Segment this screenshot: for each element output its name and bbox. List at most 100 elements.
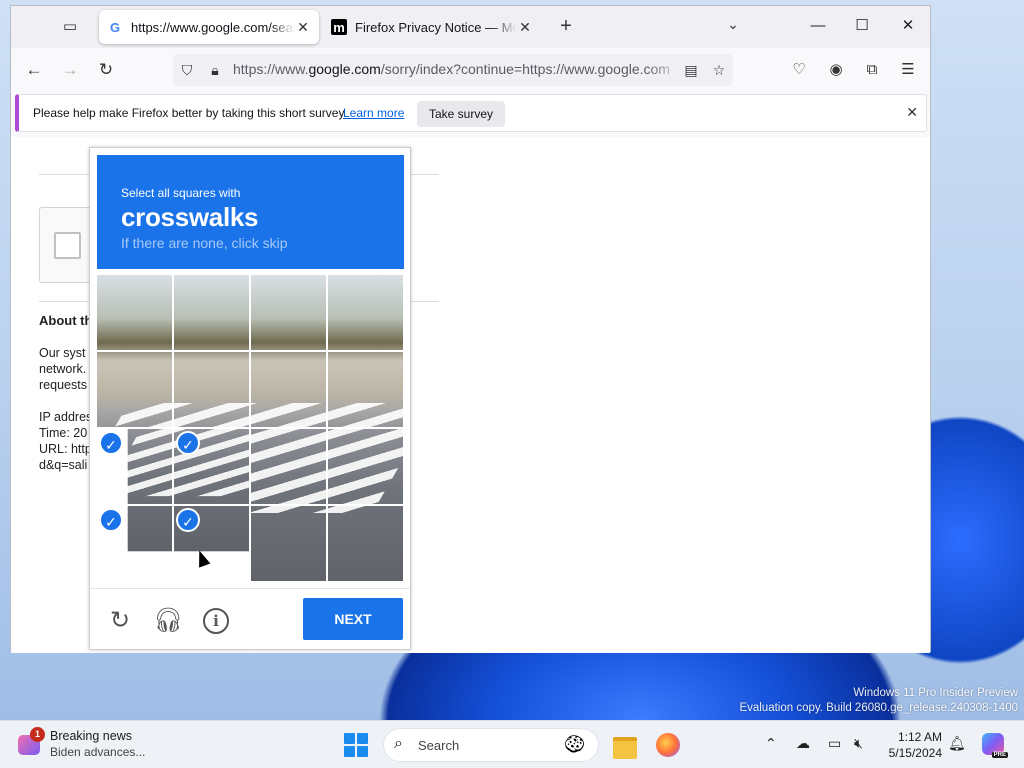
mozilla-m-icon: m xyxy=(331,19,347,35)
onedrive-cloud-icon[interactable]: ☁ xyxy=(796,735,810,752)
reload-challenge-icon[interactable]: ↻ xyxy=(105,606,135,636)
tab-google-search[interactable]: G https://www.google.com/search ✕ xyxy=(99,10,319,44)
crosswalk-stripes xyxy=(251,403,326,427)
challenge-tile[interactable]: ✓ xyxy=(174,275,249,350)
cookie-icon: 🍪︎ xyxy=(563,734,586,754)
challenge-tile[interactable]: ✓ xyxy=(174,506,249,581)
search-icon: ⌕ xyxy=(394,735,403,752)
reload-icon[interactable]: ↻ xyxy=(93,58,119,82)
challenge-tile[interactable]: ✓ xyxy=(174,352,249,427)
crosswalk-stripes xyxy=(251,429,326,504)
google-g-icon: G xyxy=(109,19,121,35)
address-bar[interactable]: ⛉ 🔒︎ https://www.google.com/sorry/index?… xyxy=(173,54,733,86)
challenge-tile[interactable]: ✓ xyxy=(174,429,249,504)
show-hidden-icons-chevron-icon[interactable]: ⌃ xyxy=(765,735,777,752)
challenge-header: Select all squares with crosswalks If th… xyxy=(97,155,404,269)
tab-list-icon[interactable]: ▭ xyxy=(59,16,81,38)
tab-close-icon[interactable]: ✕ xyxy=(295,19,311,36)
next-button[interactable]: NEXT xyxy=(303,598,403,640)
taskbar-search[interactable]: ⌕ Search 🍪︎ xyxy=(383,728,599,762)
challenge-tile[interactable]: ✓ xyxy=(97,352,172,427)
navigation-toolbar: ← → ↻ ⛉ 🔒︎ https://www.google.com/sorry/… xyxy=(11,48,930,92)
survey-notification-bar: Please help make Firefox better by takin… xyxy=(15,94,927,132)
learn-more-link[interactable]: Learn more xyxy=(343,106,404,120)
tile-image xyxy=(328,506,403,581)
tile-selected-check-icon: ✓ xyxy=(99,431,123,455)
challenge-target: crosswalks xyxy=(121,202,259,232)
menu-hamburger-icon[interactable]: ☰ xyxy=(896,58,920,82)
volume-icon[interactable]: 🔇︎ xyxy=(854,735,863,752)
take-survey-button[interactable]: Take survey xyxy=(417,101,506,127)
clock[interactable]: 1:12 AM 5/15/2024 xyxy=(880,729,942,761)
recaptcha-challenge: Select all squares with crosswalks If th… xyxy=(89,147,411,650)
tile-image xyxy=(251,275,326,350)
notification-bell-icon[interactable]: 🔔︎ xyxy=(948,735,966,752)
extensions-icon[interactable]: ⧉ xyxy=(860,58,884,82)
tile-image xyxy=(251,352,326,427)
tile-image xyxy=(251,506,326,581)
challenge-tile[interactable]: ✓ xyxy=(328,275,403,350)
taskbar: 1 Breaking news Biden advances... ⌕ Sear… xyxy=(0,720,1024,768)
minimize-button[interactable]: — xyxy=(803,14,833,38)
divider xyxy=(90,588,410,589)
tile-selected-check-icon: ✓ xyxy=(176,508,200,532)
crosswalk-stripes xyxy=(251,506,326,513)
tile-image xyxy=(174,275,249,350)
tile-image xyxy=(102,429,172,504)
challenge-tile[interactable]: ✓ xyxy=(251,275,326,350)
tile-image xyxy=(328,352,403,427)
pocket-icon[interactable]: ♡ xyxy=(787,58,811,82)
tab-bar: ▭ G https://www.google.com/search ✕ m Fi… xyxy=(11,6,930,48)
file-explorer-icon[interactable] xyxy=(609,729,641,761)
account-icon[interactable]: ◉ xyxy=(824,58,848,82)
forward-icon[interactable]: → xyxy=(57,58,83,82)
challenge-tile[interactable]: ✓ xyxy=(328,352,403,427)
tile-image xyxy=(328,429,403,504)
challenge-tile[interactable]: ✓ xyxy=(328,429,403,504)
crosswalk-stripes xyxy=(328,506,403,513)
audio-challenge-headphones-icon[interactable]: 🎧︎ xyxy=(153,606,183,636)
list-all-tabs-chevron-icon[interactable]: ⌄ xyxy=(723,16,743,38)
windows-watermark: Windows 11 Pro Insider Preview Evaluatio… xyxy=(739,687,1018,714)
challenge-tile[interactable]: ✓ xyxy=(251,429,326,504)
challenge-tile[interactable]: ✓ xyxy=(97,429,172,504)
news-widget[interactable]: 1 Breaking news Biden advances... xyxy=(16,727,156,763)
challenge-image-grid: ✓✓✓✓✓✓✓✓✓✓✓✓✓✓✓✓ xyxy=(97,275,404,582)
challenge-tile[interactable]: ✓ xyxy=(251,506,326,581)
url-text[interactable]: https://www.google.com/sorry/index?conti… xyxy=(233,61,683,77)
network-icon[interactable]: ▭ xyxy=(828,735,841,752)
about-text: Our syst network. requests IP addres Tim… xyxy=(39,346,93,472)
recaptcha-checkbox[interactable] xyxy=(54,232,81,259)
tracking-protection-shield-icon[interactable]: ⛉ xyxy=(177,60,197,80)
copilot-icon[interactable]: PRE xyxy=(982,733,1008,758)
back-icon[interactable]: ← xyxy=(21,58,47,82)
tile-selected-check-icon: ✓ xyxy=(176,431,200,455)
maximize-button[interactable]: ☐ xyxy=(847,14,877,38)
tab-firefox-privacy[interactable]: m Firefox Privacy Notice — Mozilla ✕ xyxy=(323,10,541,44)
challenge-tile[interactable]: ✓ xyxy=(97,275,172,350)
crosswalk-stripes xyxy=(328,429,403,504)
close-notification-icon[interactable]: ✕ xyxy=(906,104,918,121)
firefox-taskbar-icon[interactable] xyxy=(652,729,684,761)
reader-view-icon[interactable]: ▤ xyxy=(681,60,701,80)
challenge-tile[interactable]: ✓ xyxy=(251,352,326,427)
tab-close-icon[interactable]: ✕ xyxy=(517,19,533,36)
about-heading: About th xyxy=(39,313,93,328)
crosswalk-stripes xyxy=(97,403,172,427)
help-info-icon[interactable]: i xyxy=(203,608,229,634)
bookmark-star-icon[interactable]: ☆ xyxy=(709,60,729,80)
tile-image xyxy=(328,275,403,350)
tile-selected-check-icon: ✓ xyxy=(99,508,123,532)
start-button[interactable] xyxy=(344,733,368,757)
tile-image xyxy=(97,275,172,350)
new-tab-button[interactable]: + xyxy=(555,16,577,38)
tile-image xyxy=(127,506,172,552)
challenge-tile[interactable]: ✓ xyxy=(328,506,403,581)
tile-image xyxy=(97,352,172,427)
tile-image xyxy=(174,352,249,427)
lock-icon[interactable]: 🔒︎ xyxy=(205,60,225,80)
challenge-tile[interactable]: ✓ xyxy=(97,506,172,581)
close-window-button[interactable]: ✕ xyxy=(893,14,923,38)
crosswalk-stripes xyxy=(174,403,249,427)
tile-image xyxy=(251,429,326,504)
